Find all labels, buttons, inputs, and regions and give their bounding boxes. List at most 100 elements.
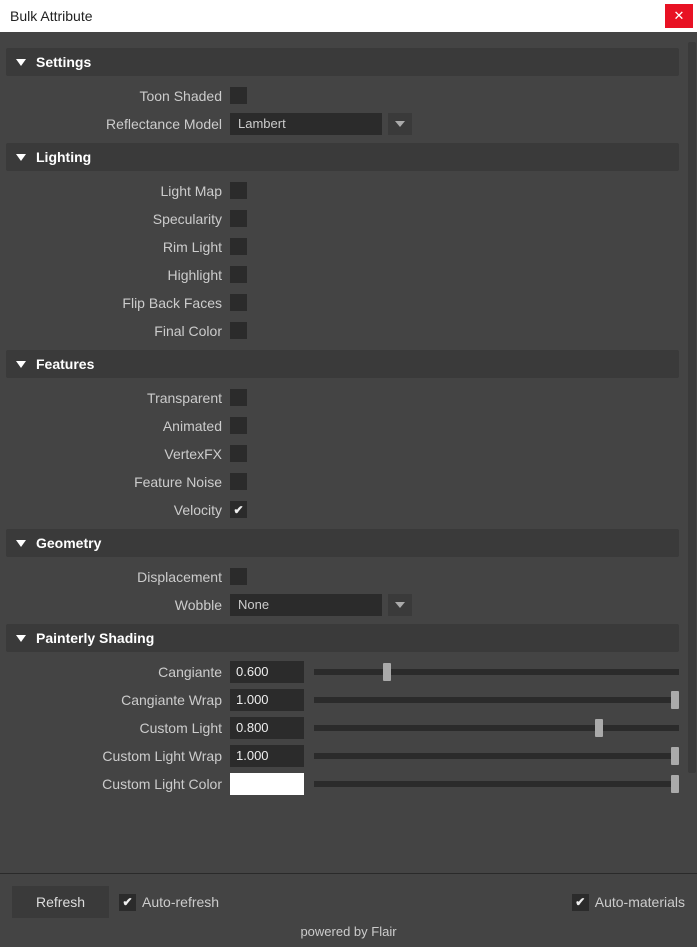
label: Reflectance Model bbox=[6, 116, 230, 132]
rim-light-checkbox[interactable] bbox=[230, 238, 247, 255]
close-icon: ✕ bbox=[674, 8, 685, 24]
checkmark-icon: ✔ bbox=[575, 895, 585, 909]
flip-back-faces-checkbox[interactable] bbox=[230, 294, 247, 311]
section-lighting-header[interactable]: Lighting bbox=[6, 143, 679, 171]
disclosure-triangle-icon bbox=[16, 59, 26, 66]
custom-light-input[interactable]: 0.800 bbox=[230, 717, 304, 739]
specularity-checkbox[interactable] bbox=[230, 210, 247, 227]
section-geometry-header[interactable]: Geometry bbox=[6, 529, 679, 557]
checkmark-icon: ✔ bbox=[123, 895, 133, 909]
wobble-dropdown[interactable]: None bbox=[230, 594, 412, 616]
final-color-checkbox[interactable] bbox=[230, 322, 247, 339]
reflectance-model-dropdown[interactable]: Lambert bbox=[230, 113, 412, 135]
dropdown-value: Lambert bbox=[230, 113, 382, 135]
slider-thumb[interactable] bbox=[595, 719, 603, 737]
light-map-checkbox[interactable] bbox=[230, 182, 247, 199]
refresh-button[interactable]: Refresh bbox=[12, 886, 109, 918]
auto-refresh-label: Auto-refresh bbox=[142, 894, 219, 910]
vertexfx-checkbox[interactable] bbox=[230, 445, 247, 462]
window-title: Bulk Attribute bbox=[10, 8, 93, 24]
slider-thumb[interactable] bbox=[671, 691, 679, 709]
custom-light-color-slider[interactable] bbox=[314, 781, 679, 787]
scrollbar-thumb[interactable] bbox=[688, 42, 696, 773]
scroll-area: Settings Toon Shaded Reflectance Model L… bbox=[0, 32, 697, 873]
toon-shaded-checkbox[interactable] bbox=[230, 87, 247, 104]
row-custom-light-wrap: Custom Light Wrap 1.000 bbox=[6, 742, 679, 769]
label: Light Map bbox=[6, 183, 230, 199]
custom-light-color-swatch[interactable] bbox=[230, 773, 304, 795]
label: Highlight bbox=[6, 267, 230, 283]
section-title: Geometry bbox=[36, 535, 101, 551]
row-rim-light: Rim Light bbox=[6, 233, 679, 260]
auto-refresh-option[interactable]: ✔ Auto-refresh bbox=[119, 894, 219, 911]
row-light-map: Light Map bbox=[6, 177, 679, 204]
label: Wobble bbox=[6, 597, 230, 613]
row-displacement: Displacement bbox=[6, 563, 679, 590]
cangiante-slider[interactable] bbox=[314, 669, 679, 675]
slider-thumb[interactable] bbox=[383, 663, 391, 681]
slider-thumb[interactable] bbox=[671, 747, 679, 765]
row-final-color: Final Color bbox=[6, 317, 679, 344]
titlebar: Bulk Attribute ✕ bbox=[0, 0, 697, 32]
slider-thumb[interactable] bbox=[671, 775, 679, 793]
section-settings-header[interactable]: Settings bbox=[6, 48, 679, 76]
custom-light-wrap-slider[interactable] bbox=[314, 753, 679, 759]
label: Animated bbox=[6, 418, 230, 434]
section-title: Painterly Shading bbox=[36, 630, 154, 646]
label: Custom Light bbox=[6, 720, 230, 736]
transparent-checkbox[interactable] bbox=[230, 389, 247, 406]
row-custom-light-color: Custom Light Color bbox=[6, 770, 679, 797]
row-vertexfx: VertexFX bbox=[6, 440, 679, 467]
label: Final Color bbox=[6, 323, 230, 339]
custom-light-slider[interactable] bbox=[314, 725, 679, 731]
displacement-checkbox[interactable] bbox=[230, 568, 247, 585]
label: Specularity bbox=[6, 211, 230, 227]
highlight-checkbox[interactable] bbox=[230, 266, 247, 283]
label: Custom Light Wrap bbox=[6, 748, 230, 764]
label: Displacement bbox=[6, 569, 230, 585]
scrollbar[interactable] bbox=[687, 42, 697, 873]
app-body: Settings Toon Shaded Reflectance Model L… bbox=[0, 32, 697, 947]
dropdown-value: None bbox=[230, 594, 382, 616]
velocity-checkbox[interactable]: ✔ bbox=[230, 501, 247, 518]
row-highlight: Highlight bbox=[6, 261, 679, 288]
checkmark-icon: ✔ bbox=[233, 503, 243, 517]
disclosure-triangle-icon bbox=[16, 635, 26, 642]
section-title: Features bbox=[36, 356, 94, 372]
cangiante-wrap-slider[interactable] bbox=[314, 697, 679, 703]
dropdown-button[interactable] bbox=[388, 113, 412, 135]
label: Cangiante bbox=[6, 664, 230, 680]
feature-noise-checkbox[interactable] bbox=[230, 473, 247, 490]
label: Rim Light bbox=[6, 239, 230, 255]
chevron-down-icon bbox=[395, 121, 405, 127]
close-button[interactable]: ✕ bbox=[665, 4, 693, 28]
label: Cangiante Wrap bbox=[6, 692, 230, 708]
auto-materials-option[interactable]: ✔ Auto-materials bbox=[572, 894, 685, 911]
powered-by: powered by Flair bbox=[12, 918, 685, 941]
row-custom-light: Custom Light 0.800 bbox=[6, 714, 679, 741]
disclosure-triangle-icon bbox=[16, 361, 26, 368]
row-reflectance-model: Reflectance Model Lambert bbox=[6, 110, 679, 137]
auto-refresh-checkbox[interactable]: ✔ bbox=[119, 894, 136, 911]
row-velocity: Velocity✔ bbox=[6, 496, 679, 523]
row-specularity: Specularity bbox=[6, 205, 679, 232]
cangiante-input[interactable]: 0.600 bbox=[230, 661, 304, 683]
cangiante-wrap-input[interactable]: 1.000 bbox=[230, 689, 304, 711]
section-title: Lighting bbox=[36, 149, 91, 165]
auto-materials-checkbox[interactable]: ✔ bbox=[572, 894, 589, 911]
dropdown-button[interactable] bbox=[388, 594, 412, 616]
footer: Refresh ✔ Auto-refresh ✔ Auto-materials … bbox=[0, 873, 697, 947]
label: Custom Light Color bbox=[6, 776, 230, 792]
section-features-header[interactable]: Features bbox=[6, 350, 679, 378]
row-toon-shaded: Toon Shaded bbox=[6, 82, 679, 109]
section-painterly-header[interactable]: Painterly Shading bbox=[6, 624, 679, 652]
animated-checkbox[interactable] bbox=[230, 417, 247, 434]
row-flip-back-faces: Flip Back Faces bbox=[6, 289, 679, 316]
row-cangiante: Cangiante 0.600 bbox=[6, 658, 679, 685]
row-cangiante-wrap: Cangiante Wrap 1.000 bbox=[6, 686, 679, 713]
auto-materials-label: Auto-materials bbox=[595, 894, 685, 910]
chevron-down-icon bbox=[395, 602, 405, 608]
custom-light-wrap-input[interactable]: 1.000 bbox=[230, 745, 304, 767]
disclosure-triangle-icon bbox=[16, 540, 26, 547]
row-transparent: Transparent bbox=[6, 384, 679, 411]
